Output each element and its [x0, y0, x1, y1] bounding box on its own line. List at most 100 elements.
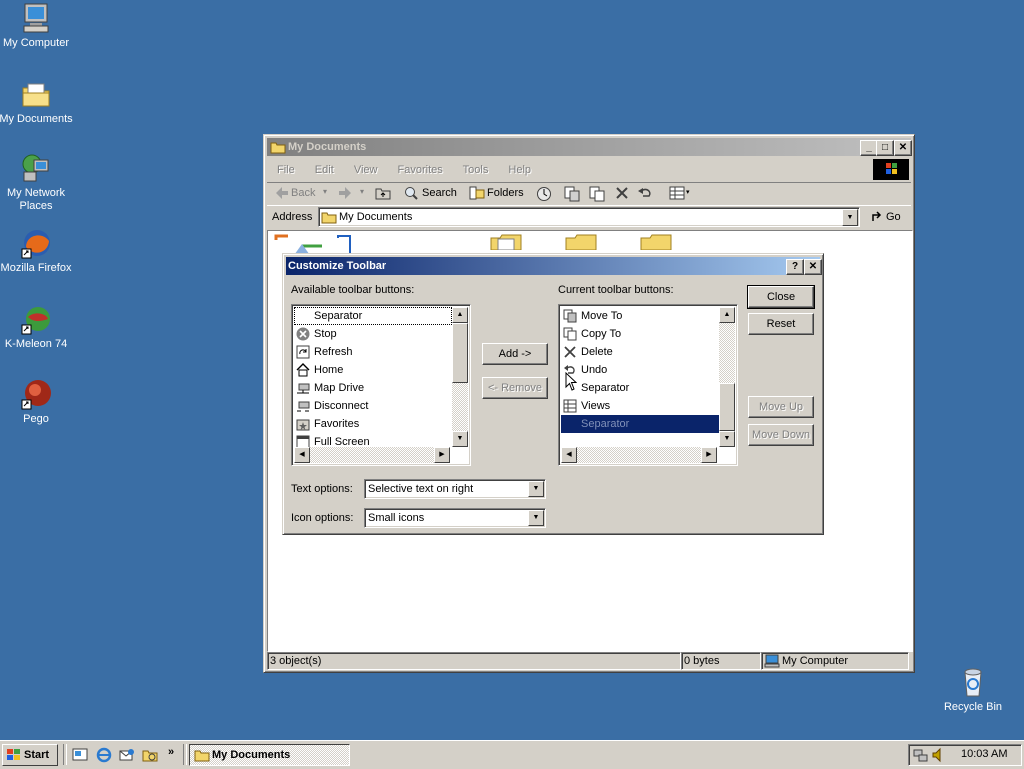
list-item[interactable]: Delete — [561, 343, 719, 361]
views-icon — [563, 399, 577, 413]
desktop-icon-network[interactable]: My Network Places — [0, 152, 74, 213]
icon-options-select[interactable]: Small icons ▼ — [364, 508, 546, 528]
views-dropdown-icon[interactable]: ▾ — [686, 188, 690, 196]
list-item[interactable]: Favorites — [294, 415, 452, 433]
dialog-close-x-button[interactable]: ✕ — [804, 259, 822, 275]
undo-icon[interactable] — [637, 186, 653, 200]
move-up-button[interactable]: Move Up — [748, 396, 814, 418]
available-list-vscroll[interactable]: ▲ ▼ — [452, 307, 468, 447]
list-item[interactable]: Refresh — [294, 343, 452, 361]
scroll-thumb[interactable] — [452, 323, 468, 383]
status-zone: My Computer — [761, 652, 909, 670]
maximize-button[interactable]: □ — [876, 140, 894, 156]
desktop-icon-pego[interactable]: Pego — [0, 378, 74, 426]
list-item-selected[interactable]: Separator — [561, 415, 719, 433]
menu-edit[interactable]: Edit — [315, 164, 334, 176]
folder-item-icon[interactable] — [565, 232, 597, 251]
scroll-up-arrow-icon[interactable]: ▲ — [452, 307, 468, 323]
list-item[interactable]: Home — [294, 361, 452, 379]
list-item[interactable]: Views — [561, 397, 719, 415]
current-buttons-label: Current toolbar buttons: — [558, 284, 674, 296]
help-button[interactable]: ? — [786, 259, 804, 275]
copy-to-icon[interactable] — [589, 186, 605, 202]
current-buttons-list[interactable]: Move To Copy To Delete Undo Separator Vi… — [558, 304, 738, 466]
scroll-right-arrow-icon[interactable]: ▶ — [434, 447, 450, 463]
list-item-label: Separator — [581, 418, 630, 430]
list-item[interactable]: Disconnect — [294, 397, 452, 415]
desktop-icon-my-documents[interactable]: My Documents — [0, 78, 74, 126]
start-button[interactable]: Start — [2, 744, 58, 766]
explorer-titlebar[interactable]: My Documents _ □ ✕ — [267, 138, 912, 156]
network-tray-icon[interactable] — [913, 747, 929, 763]
forward-dropdown-icon[interactable]: ▾ — [360, 187, 364, 196]
history-icon[interactable] — [536, 186, 552, 202]
scroll-up-arrow-icon[interactable]: ▲ — [719, 307, 735, 323]
reset-button[interactable]: Reset — [748, 313, 814, 335]
list-item[interactable]: Move To — [561, 307, 719, 325]
desktop-icon-my-computer[interactable]: My Computer — [0, 2, 74, 50]
dialog-titlebar[interactable]: Customize Toolbar ? ✕ — [286, 257, 822, 275]
dialog-title: Customize Toolbar — [288, 260, 387, 272]
scroll-thumb[interactable] — [719, 383, 735, 431]
close-button[interactable]: Close — [747, 285, 815, 309]
outlook-express-icon[interactable] — [119, 747, 135, 763]
favorites-icon — [296, 417, 310, 431]
dropdown-arrow-icon[interactable]: ▼ — [528, 510, 544, 526]
up-folder-icon[interactable] — [375, 186, 391, 200]
desktop-icon-firefox[interactable]: Mozilla Firefox — [0, 227, 74, 275]
folder-item-icon[interactable] — [640, 232, 672, 251]
available-buttons-list[interactable]: Separator Stop Refresh Home Map Drive Di… — [291, 304, 471, 466]
scroll-down-arrow-icon[interactable]: ▼ — [719, 431, 735, 447]
clock[interactable]: 10:03 AM — [961, 748, 1007, 760]
delete-icon[interactable] — [615, 186, 629, 200]
remove-button[interactable]: <- Remove — [482, 377, 548, 399]
list-item[interactable]: Copy To — [561, 325, 719, 343]
menu-file[interactable]: File — [277, 164, 295, 176]
list-item-label: Favorites — [314, 418, 360, 430]
move-to-icon[interactable] — [564, 186, 580, 202]
taskbar-button-my-documents[interactable]: My Documents — [189, 744, 350, 766]
dropdown-arrow-icon[interactable]: ▼ — [528, 481, 544, 497]
scroll-right-arrow-icon[interactable]: ▶ — [701, 447, 717, 463]
show-desktop-icon[interactable] — [72, 747, 88, 763]
forward-arrow-icon[interactable] — [338, 186, 352, 200]
go-button[interactable]: Go — [886, 211, 901, 223]
close-window-button[interactable]: ✕ — [894, 140, 912, 156]
folder-icon — [270, 140, 286, 154]
current-list-hscroll[interactable]: ◀ ▶ — [561, 447, 717, 463]
desktop-icon-kmeleon[interactable]: K-Meleon 74 — [0, 303, 74, 351]
scroll-left-arrow-icon[interactable]: ◀ — [294, 447, 310, 463]
list-item[interactable]: Map Drive — [294, 379, 452, 397]
desktop-icon-recycle-bin[interactable]: Recycle Bin — [935, 666, 1011, 714]
scroll-down-arrow-icon[interactable]: ▼ — [452, 431, 468, 447]
back-button[interactable]: Back — [291, 187, 315, 199]
quicklaunch-chevron-icon[interactable]: » — [168, 746, 174, 758]
text-options-select[interactable]: Selective text on right ▼ — [364, 479, 546, 499]
available-list-hscroll[interactable]: ◀ ▶ — [294, 447, 450, 463]
current-list-vscroll[interactable]: ▲ ▼ — [719, 307, 735, 447]
icon-options-value: Small icons — [368, 512, 425, 524]
address-input[interactable]: My Documents ▼ — [318, 207, 860, 227]
address-dropdown-icon[interactable]: ▼ — [842, 209, 858, 226]
standard-toolbar: Back ▾ ▾ Search Folders ▾ — [267, 182, 911, 206]
folders-button[interactable]: Folders — [487, 187, 524, 199]
list-item[interactable]: Separator — [561, 379, 719, 397]
folder-item-icon[interactable] — [490, 232, 522, 251]
list-item[interactable]: Undo — [561, 361, 719, 379]
menu-tools[interactable]: Tools — [463, 164, 489, 176]
window-title: My Documents — [288, 141, 367, 153]
search-button[interactable]: Search — [422, 187, 457, 199]
internet-explorer-icon[interactable] — [96, 747, 112, 763]
menu-favorites[interactable]: Favorites — [398, 164, 443, 176]
list-item[interactable]: Stop — [294, 325, 452, 343]
volume-icon[interactable] — [931, 747, 947, 763]
add-button[interactable]: Add -> — [482, 343, 548, 365]
move-down-button[interactable]: Move Down — [748, 424, 814, 446]
list-item[interactable]: Separator — [294, 307, 452, 325]
menu-help[interactable]: Help — [508, 164, 531, 176]
back-dropdown-icon[interactable]: ▾ — [323, 187, 327, 196]
menu-view[interactable]: View — [354, 164, 378, 176]
views-icon[interactable] — [669, 186, 685, 200]
explorer-quicklaunch-icon[interactable] — [142, 747, 158, 763]
scroll-left-arrow-icon[interactable]: ◀ — [561, 447, 577, 463]
